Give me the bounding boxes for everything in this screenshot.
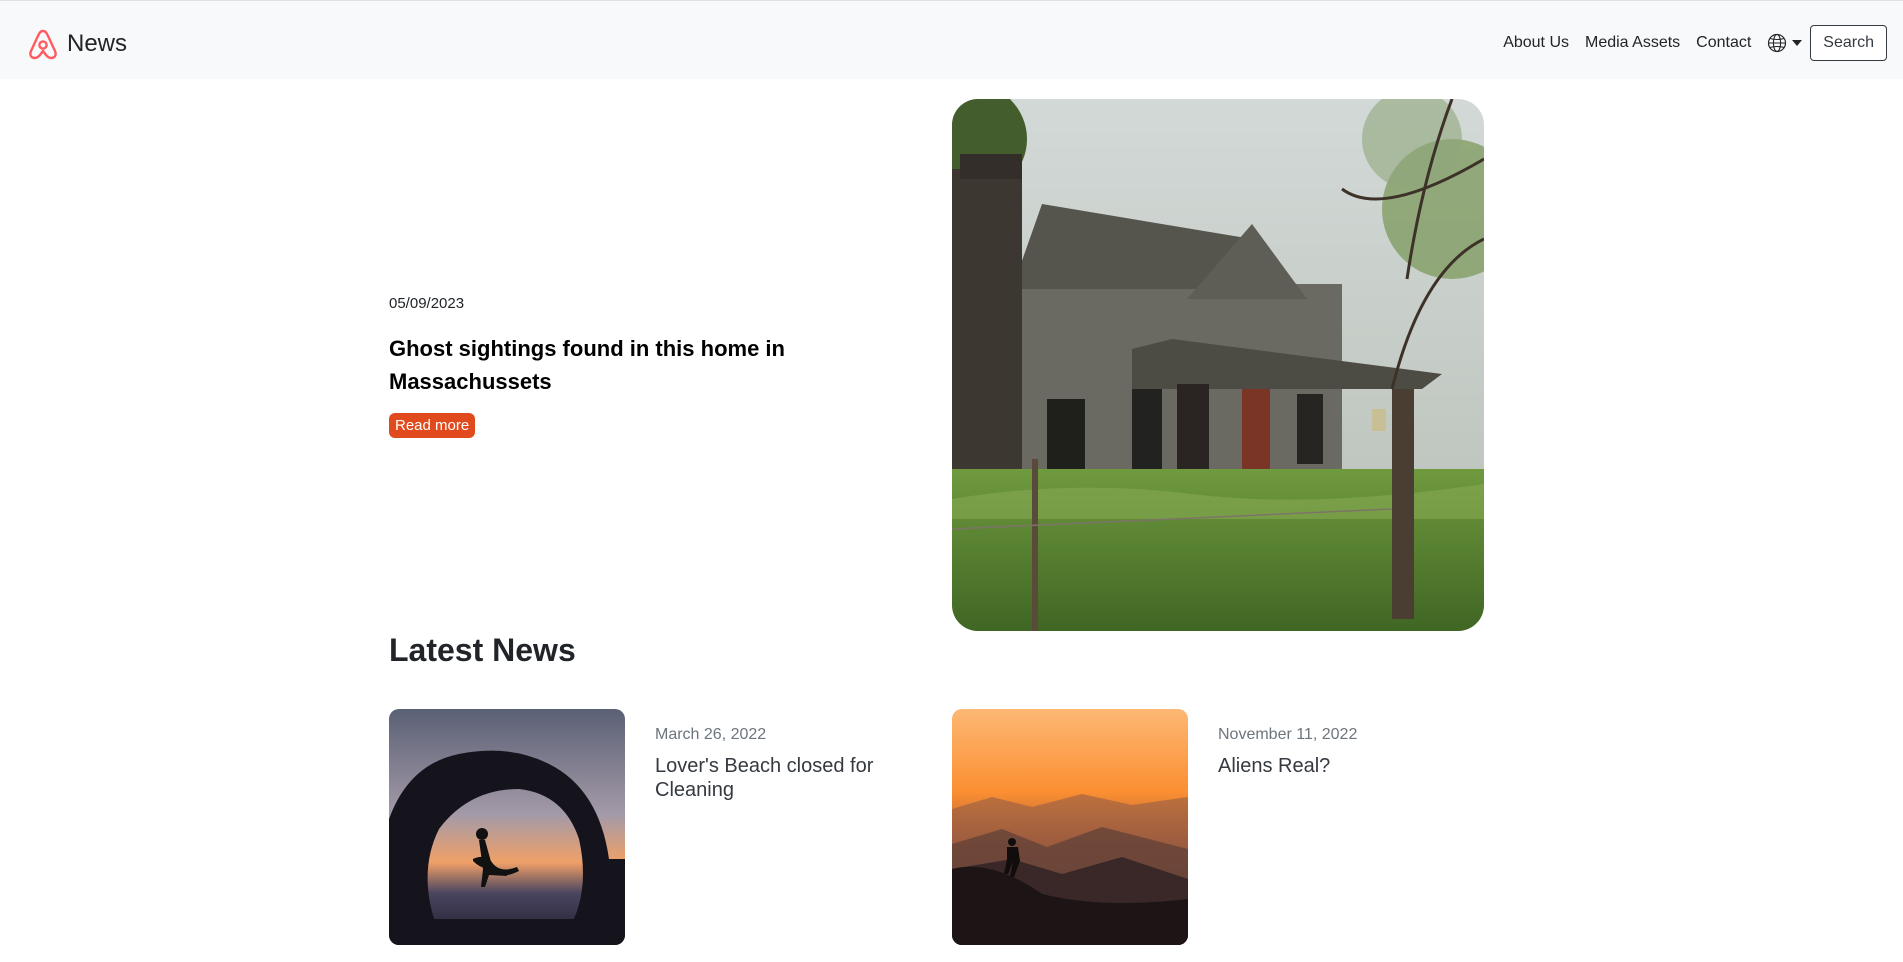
brand-name: News <box>67 30 128 57</box>
nav-link-contact[interactable]: Contact <box>1696 34 1751 52</box>
language-dropdown[interactable] <box>1767 33 1803 53</box>
hero-image[interactable] <box>952 99 1484 631</box>
news-date: November 11, 2022 <box>1218 726 1358 743</box>
news-title[interactable]: Aliens Real? <box>1218 754 1458 778</box>
news-date: March 26, 2022 <box>655 726 767 743</box>
news-card[interactable]: November 11, 2022 Aliens Real? <box>952 709 1472 945</box>
brand-link[interactable]: News <box>27 27 127 61</box>
news-thumbnail[interactable] <box>952 709 1188 945</box>
news-card[interactable]: March 26, 2022 Lover's Beach closed for … <box>389 709 909 945</box>
nav-link-about-us[interactable]: About Us <box>1503 34 1569 52</box>
brand-logo-icon <box>29 29 57 60</box>
latest-news-heading: Latest News <box>389 632 576 668</box>
hero-date: 05/09/2023 <box>389 295 465 312</box>
hero-title[interactable]: Ghost sightings found in this home in Ma… <box>389 332 829 398</box>
nav-links: About Us Media Assets Contact Search <box>1503 25 1887 61</box>
nav-link-media-assets[interactable]: Media Assets <box>1585 34 1680 52</box>
news-title[interactable]: Lover's Beach closed for Cleaning <box>655 754 895 802</box>
top-navbar: News About Us Media Assets Contact Searc… <box>0 0 1903 79</box>
globe-icon <box>1768 33 1787 53</box>
search-button[interactable]: Search <box>1810 25 1887 61</box>
news-thumbnail[interactable] <box>389 709 625 945</box>
read-more-button[interactable]: Read more <box>389 413 476 438</box>
chevron-down-icon <box>1792 40 1803 46</box>
